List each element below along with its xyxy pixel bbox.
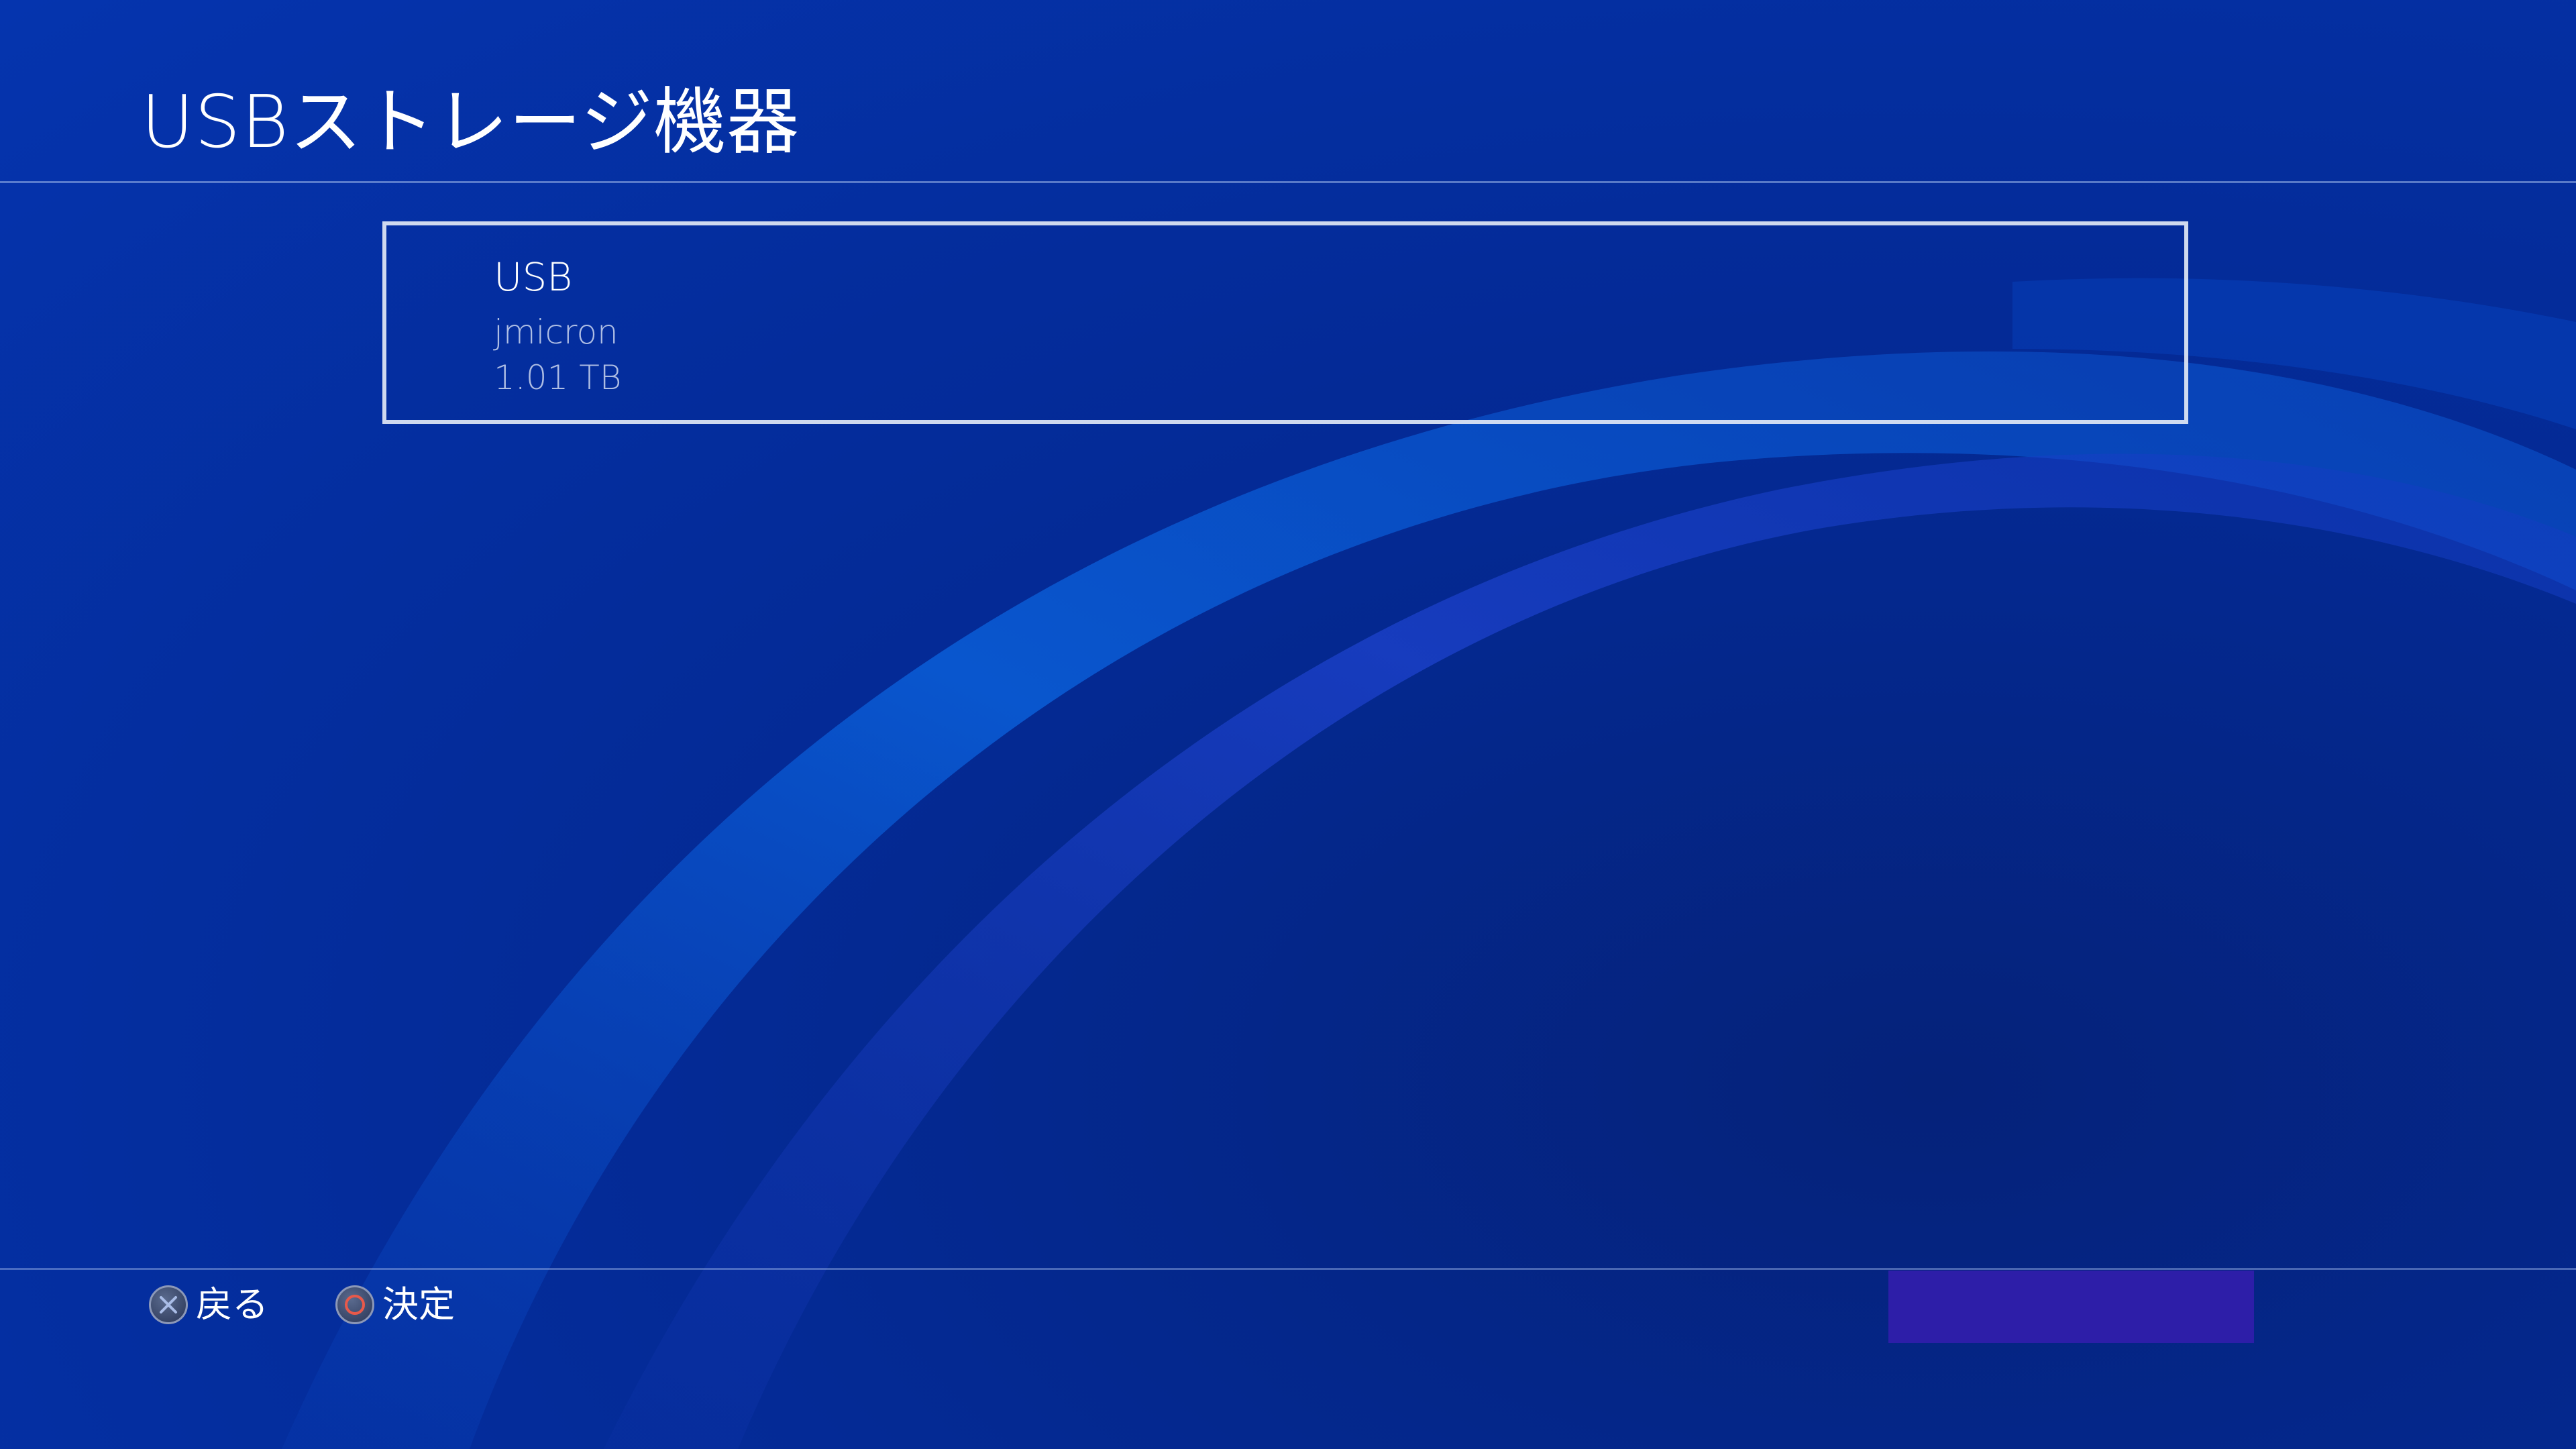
- header-divider: [0, 181, 2576, 183]
- background-swoosh: [282, 278, 2576, 1449]
- footer-panel: [1888, 1271, 2254, 1343]
- confirm-label: 決定: [382, 1283, 455, 1326]
- header: USBストレージ機器: [0, 0, 2576, 183]
- circle-button-icon: [335, 1285, 374, 1324]
- device-vendor: jmicron: [494, 313, 619, 352]
- confirm-hint[interactable]: 決定: [335, 1281, 455, 1328]
- usb-device-item[interactable]: USB jmicron 1.01 TB: [382, 221, 2188, 424]
- device-name: USB: [494, 254, 573, 300]
- device-capacity: 1.01 TB: [494, 358, 622, 397]
- back-label: 戻る: [196, 1283, 268, 1326]
- cross-button-icon: [149, 1285, 188, 1324]
- page-title: USBストレージ機器: [141, 80, 800, 164]
- back-hint[interactable]: 戻る: [149, 1281, 268, 1328]
- footer-divider: [0, 1268, 2576, 1270]
